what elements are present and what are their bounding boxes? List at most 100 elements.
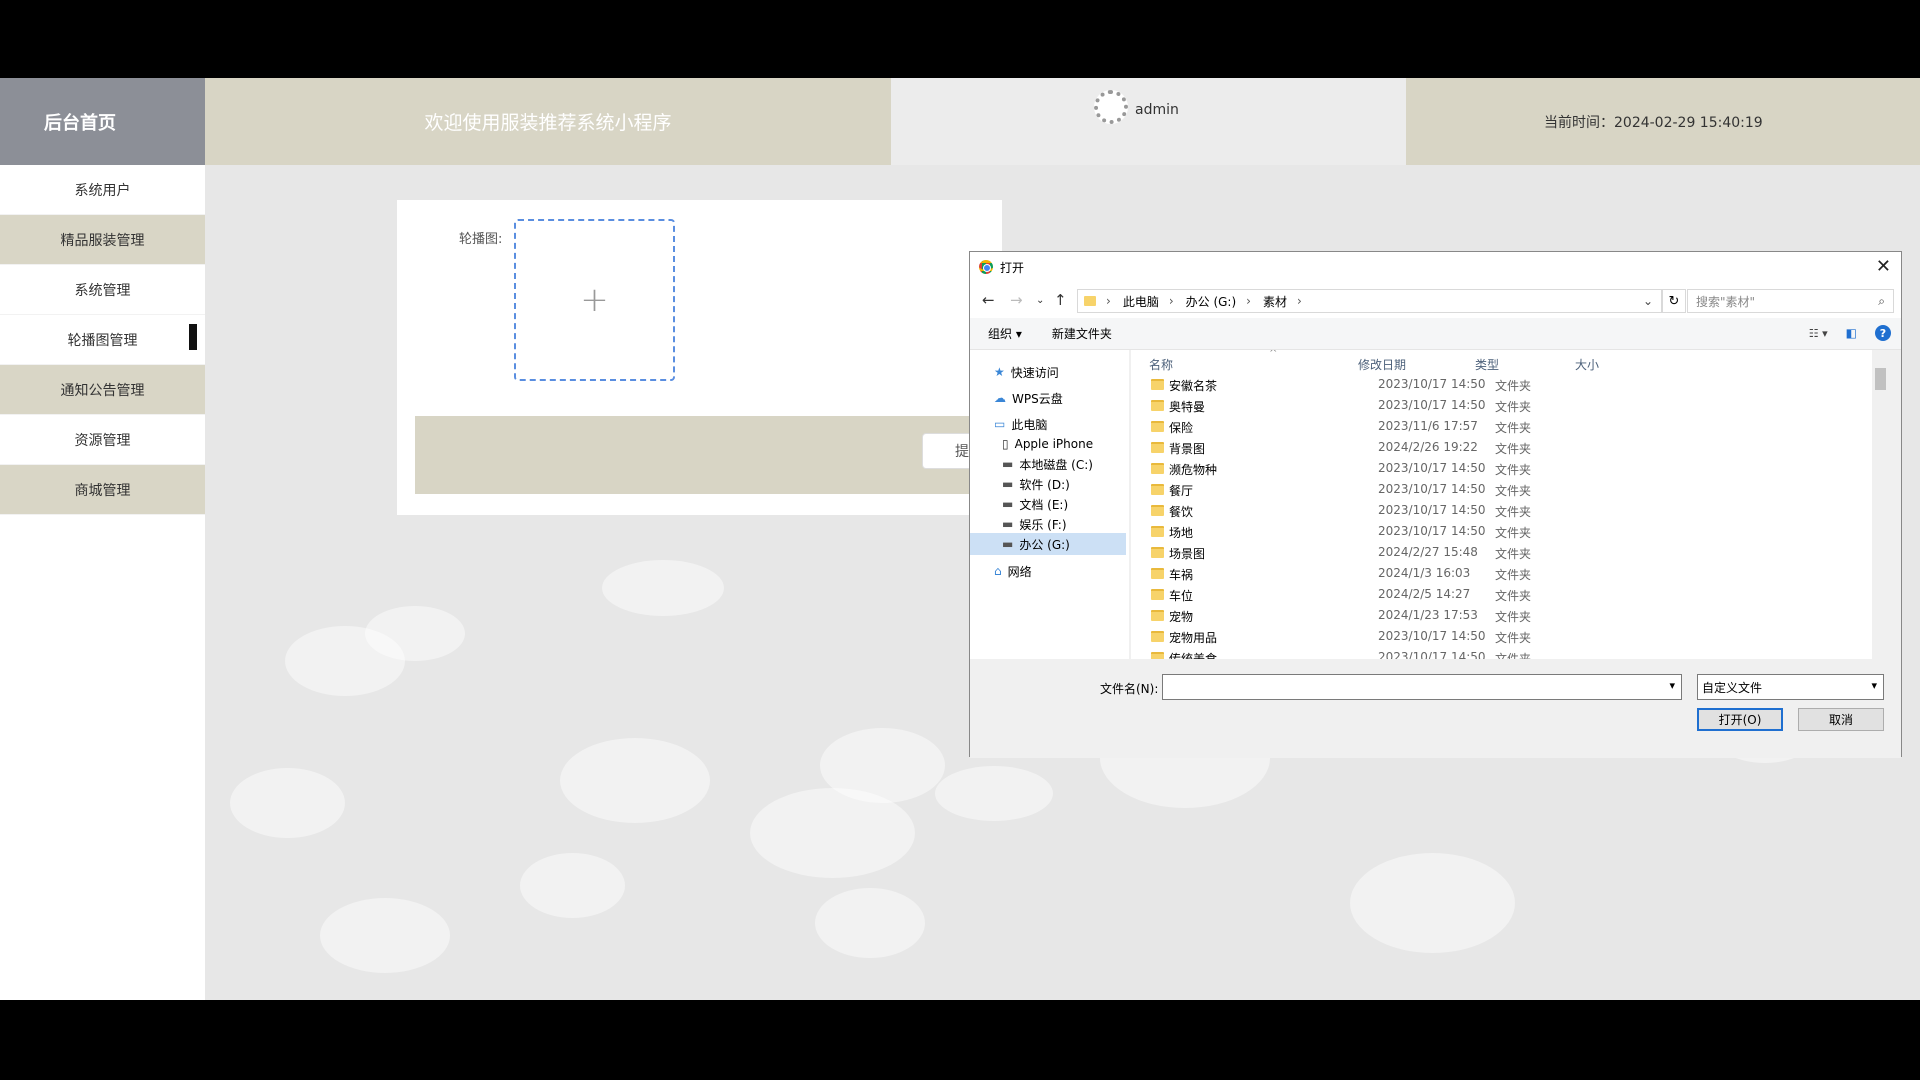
nav-apple-iphone[interactable]: ▯ Apple iPhone — [1002, 433, 1093, 455]
file-date: 2024/1/3 16:03 — [1378, 566, 1471, 580]
nav-label: 本地磁盘 (C:) — [1019, 457, 1093, 472]
nav-quick-access[interactable]: ★ 快速访问 — [994, 361, 1059, 383]
file-date: 2023/10/17 14:50 — [1378, 650, 1486, 659]
back-icon[interactable]: ← — [982, 291, 995, 309]
file-date: 2023/10/17 14:50 — [1378, 398, 1486, 412]
sidebar-item-clothing[interactable]: 精品服装管理 — [0, 215, 205, 265]
folder-icon — [1151, 505, 1164, 516]
help-icon[interactable]: ? — [1875, 325, 1891, 341]
chevron-right-icon: › — [1168, 294, 1174, 308]
address-bar[interactable]: › 此电脑 › 办公 (G:) › 素材 › ⌄ — [1077, 289, 1662, 313]
breadcrumb-item[interactable]: 此电脑 — [1123, 293, 1159, 310]
file-row[interactable]: 场景图 2024/2/27 15:48 文件夹 — [1131, 542, 1889, 563]
chevron-right-icon: › — [1246, 294, 1251, 308]
file-name: 车位 — [1169, 589, 1194, 603]
file-type: 文件夹 — [1495, 568, 1532, 582]
column-name[interactable]: 名称 — [1149, 356, 1173, 373]
search-icon[interactable]: ⌕ — [1878, 294, 1885, 309]
up-icon[interactable]: ↑ — [1054, 291, 1067, 309]
sort-up-icon: ^ — [1269, 350, 1278, 359]
folder-icon — [1151, 484, 1164, 495]
file-row[interactable]: 保险 2023/11/6 17:57 文件夹 — [1131, 416, 1889, 437]
file-row[interactable]: 安徽名茶 2023/10/17 14:50 文件夹 — [1131, 374, 1889, 395]
image-upload-box[interactable]: + — [514, 219, 675, 381]
file-row[interactable]: 场地 2023/10/17 14:50 文件夹 — [1131, 521, 1889, 542]
sidebar-item-shop[interactable]: 商城管理 — [0, 465, 205, 515]
file-date: 2023/10/17 14:50 — [1378, 377, 1486, 391]
sidebar-item-carousel[interactable]: 轮播图管理 — [0, 315, 205, 365]
plus-icon: + — [580, 280, 609, 320]
column-size[interactable]: 大小 — [1575, 356, 1599, 373]
submit-row: 提 — [415, 416, 1002, 494]
scrollbar-thumb[interactable] — [1875, 368, 1886, 390]
folder-icon — [1151, 463, 1164, 474]
close-icon[interactable]: ✕ — [1876, 256, 1891, 277]
view-options-icon[interactable]: ☷ ▾ — [1809, 327, 1828, 340]
chevron-down-icon[interactable]: ▾ — [1871, 679, 1877, 692]
avatar[interactable] — [1094, 90, 1128, 124]
file-row[interactable]: 背景图 2024/2/26 19:22 文件夹 — [1131, 437, 1889, 458]
file-date: 2024/1/23 17:53 — [1378, 608, 1478, 622]
preview-pane-icon[interactable]: ◧ — [1846, 326, 1857, 340]
breadcrumb-item[interactable]: 素材 — [1263, 293, 1287, 310]
column-type[interactable]: 类型 — [1475, 356, 1499, 373]
file-name: 餐饮 — [1169, 505, 1194, 519]
file-row[interactable]: 车祸 2024/1/3 16:03 文件夹 — [1131, 563, 1889, 584]
open-button[interactable]: 打开(O) — [1697, 708, 1783, 731]
sidebar-item-system-users[interactable]: 系统用户 — [0, 165, 205, 215]
column-date[interactable]: 修改日期 — [1358, 356, 1406, 373]
sidebar-item-system[interactable]: 系统管理 — [0, 265, 205, 315]
phone-icon: ▯ — [1002, 437, 1009, 451]
nav-this-pc[interactable]: ▭ 此电脑 — [994, 413, 1047, 435]
file-row[interactable]: 宠物 2024/1/23 17:53 文件夹 — [1131, 605, 1889, 626]
cancel-button[interactable]: 取消 — [1798, 708, 1884, 731]
file-date: 2023/11/6 17:57 — [1378, 419, 1478, 433]
chevron-down-icon[interactable]: ▾ — [1669, 679, 1675, 692]
toolbar-right: ☷ ▾ ◧ ? — [1809, 325, 1891, 341]
nav-drive-e[interactable]: ▬ 文档 (E:) — [1002, 493, 1068, 515]
file-name: 传统美食 — [1169, 652, 1218, 659]
address-row: ← → ⌄ ↑ › 此电脑 › 办公 (G:) › 素材 › ⌄ ↻ 搜索"素材… — [970, 282, 1901, 318]
chevron-down-icon[interactable]: ⌄ — [1643, 294, 1653, 308]
file-type: 文件夹 — [1495, 652, 1532, 659]
sidebar-item-notices[interactable]: 通知公告管理 — [0, 365, 205, 415]
file-row[interactable]: 濒危物种 2023/10/17 14:50 文件夹 — [1131, 458, 1889, 479]
chevron-down-icon[interactable]: ⌄ — [1036, 295, 1044, 306]
file-date: 2023/10/17 14:50 — [1378, 524, 1486, 538]
search-input[interactable]: 搜索"素材" ⌕ — [1687, 289, 1894, 313]
file-name: 场景图 — [1169, 547, 1206, 561]
forward-icon[interactable]: → — [1010, 291, 1023, 309]
vertical-scrollbar[interactable] — [1872, 350, 1889, 659]
drive-icon: ▬ — [1002, 497, 1014, 511]
username[interactable]: admin — [1135, 102, 1179, 118]
file-type: 文件夹 — [1495, 547, 1532, 561]
nav-drive-c[interactable]: ▬ 本地磁盘 (C:) — [1002, 453, 1093, 475]
filename-field[interactable]: ▾ — [1162, 674, 1682, 700]
file-name: 保险 — [1169, 421, 1194, 435]
breadcrumb-item[interactable]: 办公 (G:) — [1186, 293, 1237, 310]
nav-wps-cloud[interactable]: ☁ WPS云盘 — [994, 387, 1063, 409]
nav-drive-g[interactable]: ▬ 办公 (G:) — [970, 533, 1126, 555]
file-row[interactable]: 传统美食 2023/10/17 14:50 文件夹 — [1131, 647, 1889, 659]
folder-icon — [1151, 568, 1164, 579]
file-row[interactable]: 宠物用品 2023/10/17 14:50 文件夹 — [1131, 626, 1889, 647]
brand-home-title[interactable]: 后台首页 — [0, 78, 205, 165]
sidebar-item-resources[interactable]: 资源管理 — [0, 415, 205, 465]
dialog-footer: 文件名(N): ▾ 自定义文件 ▾ 打开(O) 取消 — [970, 659, 1901, 758]
filter-value: 自定义文件 — [1702, 680, 1763, 695]
folder-icon — [1151, 589, 1164, 600]
file-row[interactable]: 餐饮 2023/10/17 14:50 文件夹 — [1131, 500, 1889, 521]
organize-button[interactable]: 组织 ▾ — [988, 325, 1022, 342]
file-row[interactable]: 车位 2024/2/5 14:27 文件夹 — [1131, 584, 1889, 605]
new-folder-button[interactable]: 新建文件夹 — [1052, 325, 1112, 342]
file-name: 安徽名茶 — [1169, 379, 1218, 393]
file-row[interactable]: 奥特曼 2023/10/17 14:50 文件夹 — [1131, 395, 1889, 416]
nav-drive-d[interactable]: ▬ 软件 (D:) — [1002, 473, 1070, 495]
nav-network[interactable]: ⌂ 网络 — [994, 560, 1032, 582]
file-type-filter[interactable]: 自定义文件 ▾ — [1697, 674, 1884, 700]
file-row[interactable]: 餐厅 2023/10/17 14:50 文件夹 — [1131, 479, 1889, 500]
refresh-icon[interactable]: ↻ — [1662, 289, 1686, 313]
nav-drive-f[interactable]: ▬ 娱乐 (F:) — [1002, 513, 1067, 535]
sidebar: 系统用户 精品服装管理 系统管理 轮播图管理 通知公告管理 资源管理 商城管理 — [0, 165, 205, 1000]
filename-label: 文件名(N): — [1100, 682, 1159, 696]
